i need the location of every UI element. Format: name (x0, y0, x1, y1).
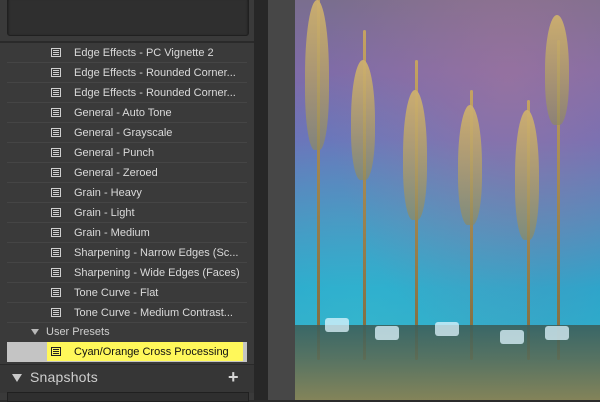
preset-label: Tone Curve - Medium Contrast... (74, 307, 233, 319)
preset-item[interactable]: General - Grayscale (7, 123, 247, 143)
preset-item[interactable]: General - Zeroed (7, 163, 247, 183)
triangle-down-icon[interactable] (31, 329, 39, 335)
preset-icon (51, 347, 61, 356)
preset-item[interactable]: General - Punch (7, 143, 247, 163)
preset-item[interactable]: Sharpening - Wide Edges (Faces) (7, 263, 247, 283)
preset-label: Sharpening - Wide Edges (Faces) (74, 267, 240, 279)
triangle-down-icon[interactable] (12, 374, 22, 382)
water-glint (545, 326, 569, 340)
preset-icon (51, 128, 61, 137)
preset-icon (51, 68, 61, 77)
snapshots-list (7, 392, 249, 402)
preset-icon (51, 228, 61, 237)
preset-icon (51, 108, 61, 117)
preset-item[interactable]: Grain - Medium (7, 223, 247, 243)
snapshots-title: Snapshots (30, 369, 98, 385)
preset-item[interactable]: Tone Curve - Flat (7, 283, 247, 303)
snapshots-panel-header[interactable]: Snapshots + (0, 364, 254, 393)
preset-label: Cyan/Orange Cross Processing (74, 346, 229, 358)
preset-icon (51, 308, 61, 317)
canvas-gutter (268, 0, 295, 400)
preset-label: Grain - Medium (74, 227, 150, 239)
preset-icon (51, 268, 61, 277)
preset-icon (51, 288, 61, 297)
panel-separator (254, 0, 268, 400)
preset-label: Tone Curve - Flat (74, 287, 159, 299)
grass-plume (351, 60, 375, 180)
preset-item[interactable]: Sharpening - Narrow Edges (Sc... (7, 243, 247, 263)
preset-label: General - Punch (74, 147, 155, 159)
photo-preview (295, 0, 600, 400)
preset-label: Grain - Heavy (74, 187, 142, 199)
preset-label: Edge Effects - Rounded Corner... (74, 67, 236, 79)
preset-item[interactable]: Edge Effects - Rounded Corner... (7, 63, 247, 83)
grass-plume (305, 0, 329, 150)
water-glint (375, 326, 399, 340)
water-glint (435, 322, 459, 336)
preset-item[interactable]: Grain - Heavy (7, 183, 247, 203)
navigator-preview (7, 0, 249, 36)
preset-icon (51, 208, 61, 217)
preset-item[interactable]: General - Auto Tone (7, 103, 247, 123)
preset-item[interactable]: Tone Curve - Medium Contrast... (7, 303, 247, 323)
preset-icon (51, 248, 61, 257)
water-glint (325, 318, 349, 332)
preset-item[interactable]: Edge Effects - PC Vignette 2 (7, 43, 247, 63)
preset-list: Edge Effects - PC Vignette 2 Edge Effect… (7, 43, 247, 323)
grass-plume (515, 110, 539, 240)
grass-plume (545, 15, 569, 125)
preset-label: General - Grayscale (74, 127, 173, 139)
preset-label: General - Auto Tone (74, 107, 172, 119)
preset-item[interactable]: Edge Effects - Rounded Corner... (7, 83, 247, 103)
preset-label: Edge Effects - PC Vignette 2 (74, 47, 214, 59)
water-glint (500, 330, 524, 344)
presets-panel: Edge Effects - PC Vignette 2 Edge Effect… (0, 0, 254, 402)
preset-icon (51, 88, 61, 97)
folder-label: User Presets (46, 326, 110, 338)
preset-icon (51, 148, 61, 157)
preset-icon (51, 168, 61, 177)
preset-label: Grain - Light (74, 207, 135, 219)
preset-label: Sharpening - Narrow Edges (Sc... (74, 247, 239, 259)
preset-label: General - Zeroed (74, 167, 158, 179)
preset-icon (51, 48, 61, 57)
preset-item[interactable]: Grain - Light (7, 203, 247, 223)
grass-plume (403, 90, 427, 220)
preset-icon (51, 188, 61, 197)
plus-icon[interactable]: + (228, 367, 239, 388)
user-presets-folder[interactable]: User Presets (7, 322, 247, 342)
grass-plume (458, 105, 482, 225)
preset-label: Edge Effects - Rounded Corner... (74, 87, 236, 99)
selected-preset-item[interactable]: Cyan/Orange Cross Processing (7, 342, 247, 362)
